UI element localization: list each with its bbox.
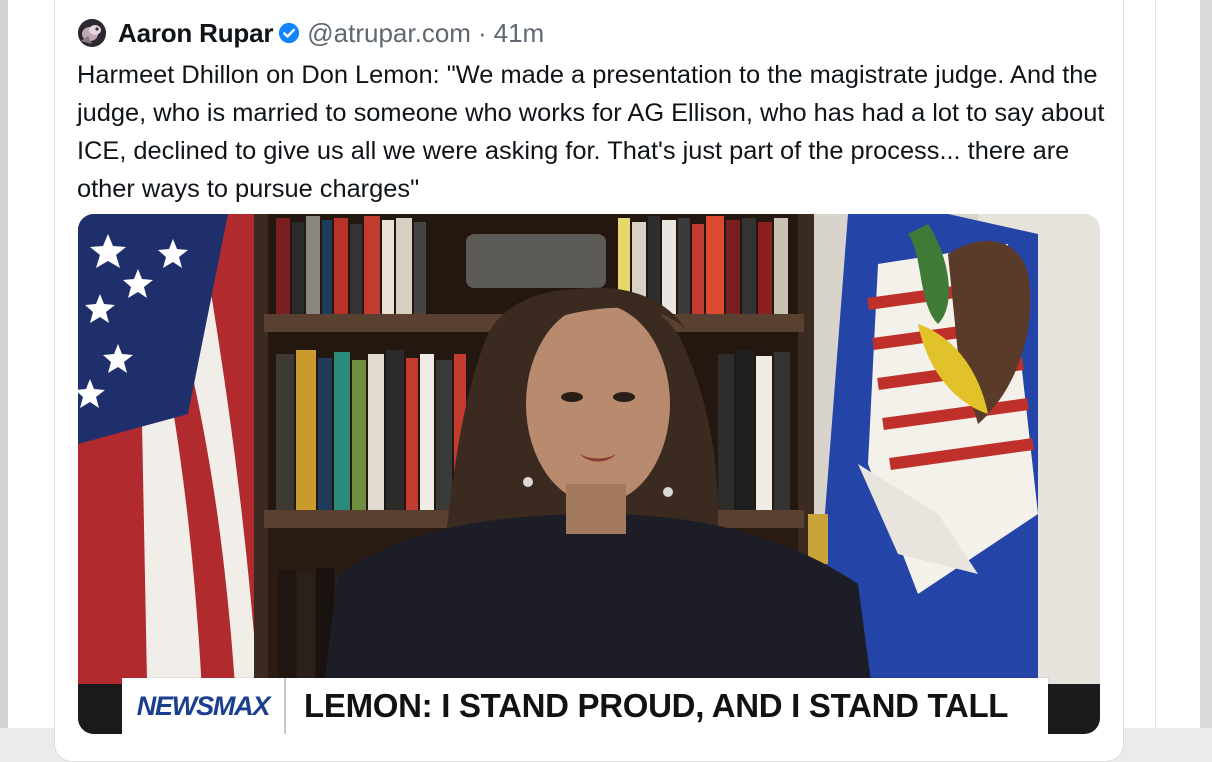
page-left-border: [0, 0, 8, 728]
post-timestamp[interactable]: 41m: [494, 18, 545, 49]
author-name[interactable]: Aaron Rupar: [118, 18, 273, 49]
feed-column-edge: [1155, 0, 1201, 728]
video-frame-image: [78, 214, 1100, 734]
author-avatar[interactable]: [78, 19, 106, 47]
news-chyron: NEWSMAX LEMON: I STAND PROUD, AND I STAN…: [122, 678, 1048, 734]
verified-badge-icon: [279, 22, 300, 44]
network-logo: NEWSMAX: [122, 678, 286, 734]
author-handle[interactable]: @atrupar.com: [307, 18, 471, 49]
chyron-headline: LEMON: I STAND PROUD, AND I STAND TALL: [304, 687, 1009, 724]
post-video[interactable]: NEWSMAX LEMON: I STAND PROUD, AND I STAN…: [78, 214, 1100, 734]
meta-separator: ·: [477, 17, 487, 48]
post-text: Harmeet Dhillon on Don Lemon: "We made a…: [77, 61, 1105, 203]
post-header: Aaron Rupar @atrupar.com · 41m: [78, 16, 544, 50]
page-right-border: [1200, 0, 1212, 728]
